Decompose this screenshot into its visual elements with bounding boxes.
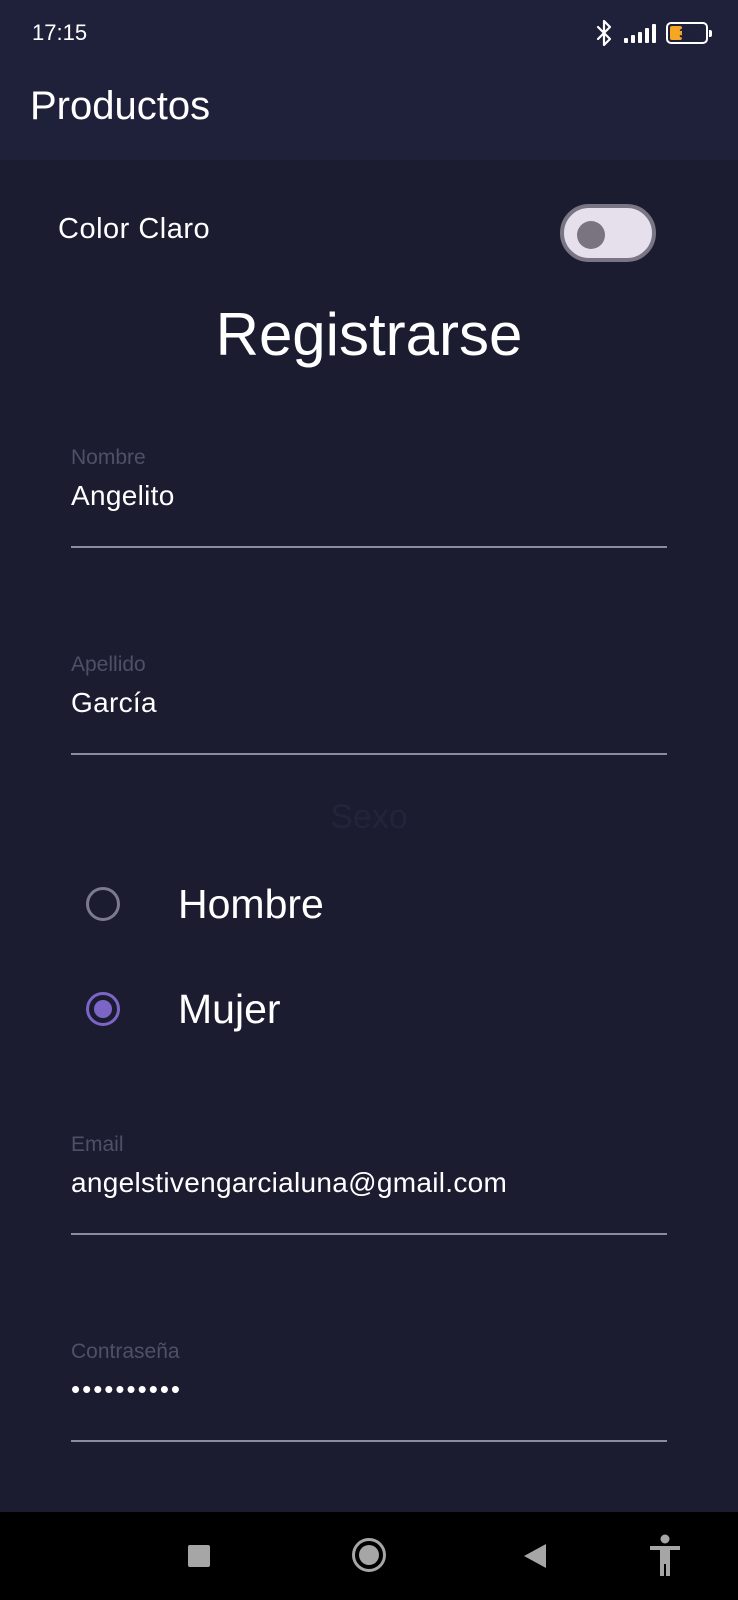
radio-button-hombre[interactable] xyxy=(86,887,120,921)
theme-toggle-label: Color Claro xyxy=(58,213,211,245)
password-field-underline xyxy=(71,1440,667,1442)
battery-icon: 38 xyxy=(666,22,712,44)
email-field-underline xyxy=(71,1233,667,1235)
back-icon[interactable] xyxy=(524,1544,546,1568)
system-nav-bar xyxy=(0,1512,738,1600)
form-title: Registrarse xyxy=(215,301,523,368)
registration-form: Color Claro Registrarse Nombre Angelito … xyxy=(0,160,738,1512)
sex-label: Sexo xyxy=(330,798,408,836)
radio-option-mujer[interactable]: Mujer xyxy=(86,979,281,1039)
home-icon[interactable] xyxy=(352,1538,386,1572)
accessibility-icon[interactable] xyxy=(648,1534,682,1578)
bluetooth-icon xyxy=(596,19,612,47)
battery-level: 38 xyxy=(679,25,695,41)
name-field[interactable]: Nombre Angelito xyxy=(71,446,667,548)
status-icons: 38 xyxy=(594,18,712,48)
password-field[interactable]: Contraseña •••••••••• xyxy=(71,1340,667,1442)
recents-icon[interactable] xyxy=(188,1545,210,1567)
radio-button-mujer[interactable] xyxy=(86,992,120,1026)
email-field[interactable]: Email angelstivengarcialuna@gmail.com xyxy=(71,1133,667,1235)
password-field-label: Contraseña xyxy=(71,1340,180,1363)
radio-selected-dot xyxy=(94,1000,112,1018)
lastname-field-value[interactable]: García xyxy=(71,687,667,727)
name-field-value[interactable]: Angelito xyxy=(71,480,667,520)
home-icon-dot xyxy=(359,1545,379,1565)
lastname-field-label: Apellido xyxy=(71,653,146,676)
email-field-label: Email xyxy=(71,1133,124,1156)
toggle-thumb xyxy=(577,221,605,249)
password-field-value[interactable]: •••••••••• xyxy=(71,1374,667,1414)
radio-label-mujer[interactable]: Mujer xyxy=(178,986,281,1033)
app-bar: Productos xyxy=(0,70,738,160)
status-time: 17:15 xyxy=(32,20,88,45)
signal-icon xyxy=(624,23,656,43)
radio-label-hombre[interactable]: Hombre xyxy=(178,881,324,928)
email-field-value[interactable]: angelstivengarcialuna@gmail.com xyxy=(71,1167,667,1207)
status-bar: 17:15 38 xyxy=(0,0,738,70)
lastname-field[interactable]: Apellido García xyxy=(71,653,667,755)
radio-option-hombre[interactable]: Hombre xyxy=(86,874,324,934)
name-field-underline xyxy=(71,546,667,548)
theme-toggle-switch[interactable] xyxy=(560,204,656,262)
app-title: Productos xyxy=(30,84,211,128)
name-field-label: Nombre xyxy=(71,446,146,469)
lastname-field-underline xyxy=(71,753,667,755)
